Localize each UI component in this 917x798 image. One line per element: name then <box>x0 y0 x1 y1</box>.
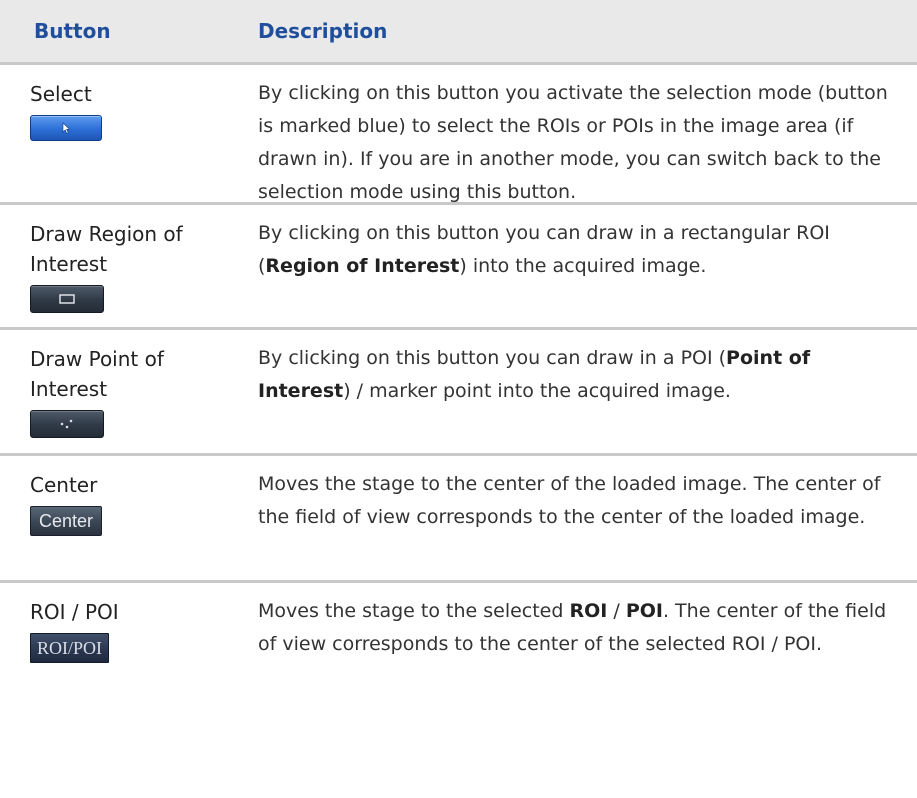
points-icon <box>31 411 103 437</box>
table-header: Button Description <box>0 0 917 65</box>
select-button[interactable] <box>30 115 102 141</box>
row-description: Moves the stage to the center of the loa… <box>258 473 881 528</box>
draw-poi-button[interactable] <box>30 410 104 438</box>
table-row-roi-poi: ROI / POI ROI/POI Moves the stage to the… <box>0 583 917 713</box>
center-button[interactable]: Center <box>30 506 103 536</box>
row-description: By clicking on this button you activate … <box>258 82 888 203</box>
draw-roi-button[interactable] <box>30 285 104 313</box>
rectangle-icon <box>31 286 103 312</box>
row-description: Moves the stage to the selected ROI / PO… <box>258 600 887 655</box>
table-row-draw-poi: Draw Point of Interest By clicking on th… <box>0 330 917 456</box>
row-name: Select <box>30 82 92 106</box>
row-description: By clicking on this button you can draw … <box>258 222 830 277</box>
row-name: Draw Point of Interest <box>30 347 164 401</box>
row-name: Center <box>30 473 98 497</box>
cursor-arrow-icon <box>31 116 101 140</box>
table-row-draw-roi: Draw Region of Interest By clicking on t… <box>0 205 917 330</box>
row-description: By clicking on this button you can draw … <box>258 347 811 402</box>
roi-poi-button[interactable]: ROI/POI <box>30 633 110 663</box>
header-button: Button <box>34 19 111 43</box>
row-name: ROI / POI <box>30 600 119 624</box>
button-description-table: Button Description Select By clicking on… <box>0 0 917 713</box>
header-description: Description <box>258 19 388 43</box>
row-name: Draw Region of Interest <box>30 222 183 276</box>
table-row-center: Center Center Moves the stage to the cen… <box>0 456 917 583</box>
table-row-select: Select By clicking on this button you ac… <box>0 65 917 205</box>
